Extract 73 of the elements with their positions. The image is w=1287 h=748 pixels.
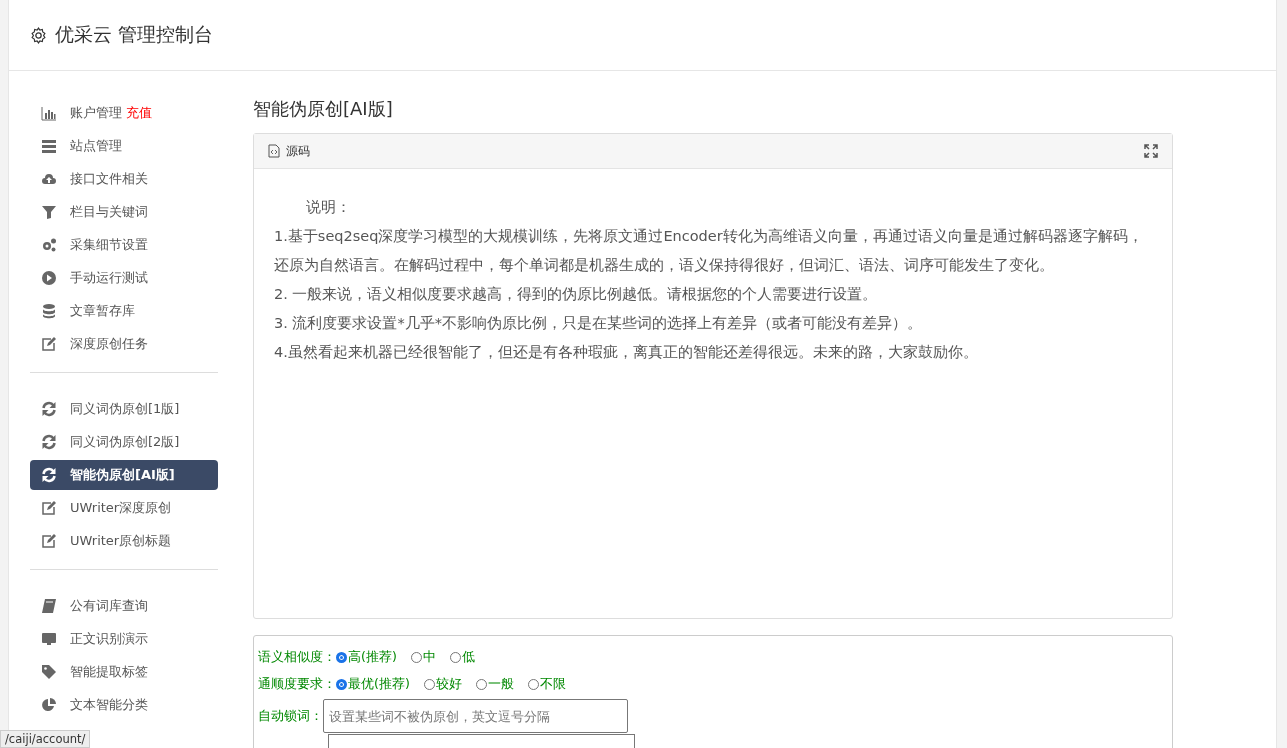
cloud-upload-icon [41,171,57,187]
source-tab[interactable]: 源码 [268,142,310,160]
fullscreen-icon[interactable] [1144,144,1158,158]
item-label: UWriter原创标题 [70,532,172,550]
sidebar-item[interactable]: UWriter原创标题 [30,526,218,556]
sidebar-item[interactable]: UWriter深度原创 [30,493,218,523]
item-label: 深度原创任务 [70,335,148,353]
sidebar-item[interactable]: 站点管理 [30,131,218,161]
page-title: 智能伪原创[AI版] [253,97,394,121]
item-label: 文本智能分类 [70,696,148,714]
pie-chart-icon [41,697,57,713]
sidebar-item[interactable]: 深度原创任务 [30,329,218,359]
description-heading: 说明： [305,198,352,217]
description-paragraph: 2. 一般来说，语义相似度要求越高，得到的伪原比例越低。请根据您的个人需要进行设置。 [274,285,879,304]
item-label: 手动运行测试 [70,269,148,287]
sidebar-item[interactable]: 手动运行测试 [30,263,218,293]
radio-option[interactable]: 中 [410,649,436,666]
play-icon [41,270,57,286]
sidebar-item[interactable]: 智能伪原创[AI版] [30,460,218,490]
sidebar-item[interactable]: 文章暂存库 [30,296,218,326]
radio-option[interactable]: 较好 [423,676,462,693]
code-file-icon [268,144,280,158]
status-url: /caiji/account/ [0,730,91,748]
lock-words-field[interactable]: 设置某些词不被伪原创，英文逗号分隔 [323,699,628,733]
item-label: 智能提取标签 [70,663,148,681]
option-label: 语义相似度： [258,649,336,666]
item-label: 文章暂存库 [70,302,135,320]
sidebar-item[interactable]: 公有词库查询 [30,591,218,621]
edit-icon [41,500,57,516]
description-paragraph: 3. 流利度要求设置*几乎*不影响伪原比例，只是在某些词的选择上有差异（或者可能没有差异）。 [274,314,923,333]
item-label: 同义词伪原创[1版] [70,400,180,418]
sidebar-item[interactable]: 正文识别演示 [30,624,218,654]
radio-option[interactable]: 最优(推荐) [336,676,410,693]
radio-option[interactable]: 低 [449,649,475,666]
refresh-icon [41,401,57,417]
sidebar-item[interactable]: 栏目与关键词 [30,197,218,227]
sidebar-item[interactable]: 智能提取标签 [30,657,218,687]
sidebar-item[interactable]: 同义词伪原创[1版] [30,394,218,424]
edit-icon [41,336,57,352]
database-icon [41,303,57,319]
item-label: 接口文件相关 [70,170,148,188]
sidebar-item[interactable]: 文本智能分类 [30,690,218,720]
item-label: 智能伪原创[AI版] [70,466,175,484]
bar-chart-icon [41,105,57,121]
book-icon [41,598,57,614]
option-label: 通顺度要求： [258,676,336,693]
sidebar-item[interactable]: 同义词伪原创[2版] [30,427,218,457]
filter-icon [41,204,57,220]
sidebar-item[interactable]: 账户管理 充值 [30,98,218,128]
description-paragraph: 1.基于seq2seq深度学习模型的大规模训练，先将原文通过Encoder转化为高维语义向量，再通过语义向量是通过解码器逐字解码，还原为自然语言。在解码过程中，每个单词都是机器生成的，语义保持得很好，但词汇、语法、词序可能发生了变化。 [274,227,1144,275]
radio-option[interactable]: 不限 [527,676,566,693]
item-label: 栏目与关键词 [70,203,148,221]
item-label: 账户管理 充值 [70,104,152,122]
refresh-icon [41,434,57,450]
app-title: 优采云 管理控制台 [55,22,214,47]
item-label: 站点管理 [70,137,122,155]
field-label: 自动锁词： [258,707,323,725]
item-label: 采集细节设置 [70,236,148,254]
sidebar-item[interactable]: 接口文件相关 [30,164,218,194]
item-label: 同义词伪原创[2版] [70,433,180,451]
tag-icon [41,664,57,680]
sidebar-item[interactable]: 采集细节设置 [30,230,218,260]
description-paragraph: 4.虽然看起来机器已经很智能了，但还是有各种瑕疵，离真正的智能还差得很远。未来的路，大家鼓励你。 [274,343,979,362]
radio-option[interactable]: 高(推荐) [336,649,397,666]
monitor-icon [41,631,57,647]
refresh-icon [41,467,57,483]
radio-option[interactable]: 一般 [475,676,514,693]
settings-icon [30,26,47,44]
server-icon [41,138,57,154]
edit-icon [41,533,57,549]
item-label: 正文识别演示 [70,630,148,648]
item-label: 公有词库查询 [70,597,148,615]
item-label: UWriter深度原创 [70,499,172,517]
